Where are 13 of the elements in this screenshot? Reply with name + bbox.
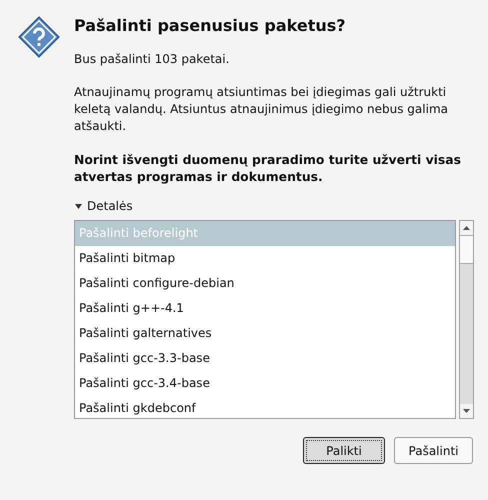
description-text: Atnaujinamų programų atsiuntimas bei įdiegimas gali užtrukti keletą valandų. Atsiuntus atnaujinimus įdiegimo nebus galima atšaukti. [74, 84, 449, 135]
dialog-button[interactable]: Palikti [303, 437, 385, 464]
scroll-up-icon[interactable] [463, 226, 470, 230]
warning-text: Norint išvengti duomenų praradimo turite užverti visas atvertas programas ir dokumentus. [74, 151, 462, 185]
dialog-title: Pašalinti pasenusius paketus? [74, 16, 347, 35]
scroll-down-icon[interactable] [463, 409, 470, 413]
dialog-button[interactable]: Pašalinti [394, 437, 473, 464]
summary-text: Bus pašalinti 103 paketai. [74, 51, 230, 68]
details-expander[interactable]: Detalės [74, 199, 474, 213]
expander-triangle-icon [74, 202, 83, 210]
scroll-thumb[interactable] [460, 235, 473, 264]
details-label: Detalės [87, 199, 133, 213]
scrollbar[interactable] [459, 220, 474, 419]
